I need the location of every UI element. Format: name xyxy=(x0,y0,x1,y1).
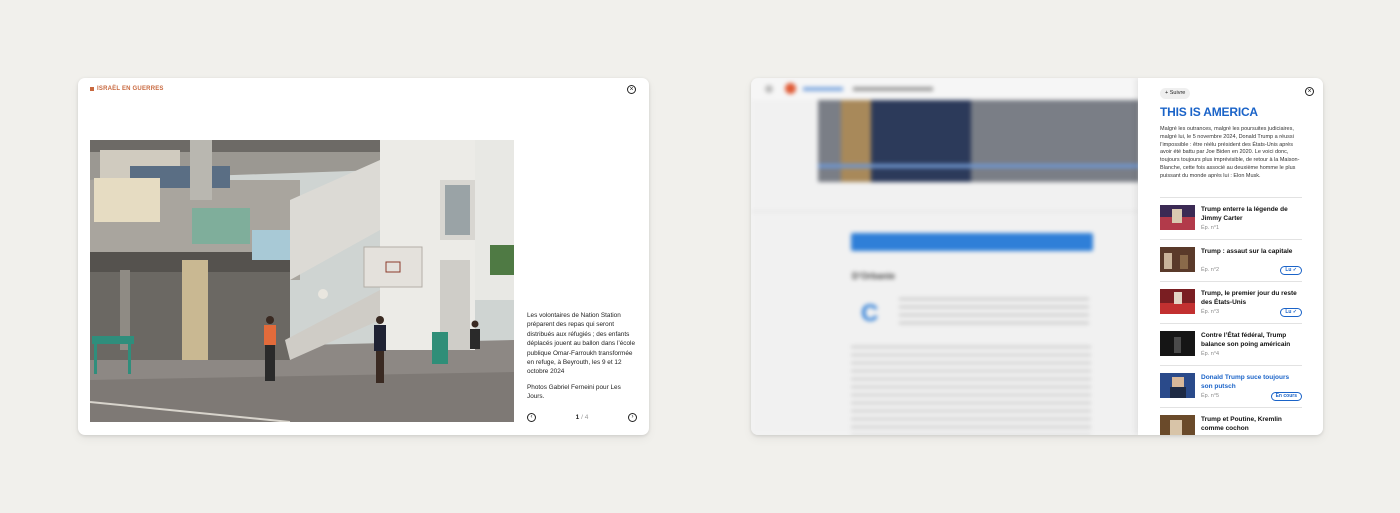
series-description: Malgré les outrances, malgré les poursui… xyxy=(1160,126,1300,179)
blurred-dropcap: C xyxy=(861,300,879,327)
close-icon: × xyxy=(1307,88,1312,95)
episode-number: Ép. n°4 xyxy=(1201,351,1220,357)
thumbnail-image xyxy=(1160,373,1195,398)
section-kicker[interactable]: ISRAËL EN GUERRES xyxy=(90,86,164,92)
episode-title: Trump, le premier jour du reste des État… xyxy=(1201,290,1297,306)
gallery-photo xyxy=(90,140,514,422)
blurred-article-background: D’Orbanie C xyxy=(751,78,1140,435)
blurred-subtitle: D’Orbanie xyxy=(852,271,896,281)
episode-thumbnail xyxy=(1160,205,1195,230)
episode-title: Trump et Poutine, Kremlin comme cochon xyxy=(1201,416,1282,432)
thumbnail-image xyxy=(1160,289,1195,314)
photo-caption: Les volontaires de Nation Station prépar… xyxy=(527,311,639,402)
close-panel-button[interactable]: × xyxy=(1305,87,1314,96)
episode-title: Trump : assaut sur la capitale xyxy=(1201,248,1293,255)
episode-title: Donald Trump suce toujours son putsch xyxy=(1201,374,1290,390)
thumbnail-image xyxy=(1160,247,1195,272)
episode-number: Ép. n°1 xyxy=(1201,225,1220,231)
episode-thumbnail xyxy=(1160,289,1195,314)
kicker-label: ISRAËL EN GUERRES xyxy=(97,86,164,92)
read-badge: Lu ✓ xyxy=(1280,266,1302,275)
slide-total: / 4 xyxy=(581,413,589,421)
kicker-square-icon xyxy=(90,87,94,91)
article-top-bar xyxy=(751,78,1139,100)
slide-counter: 1 / 4 xyxy=(576,414,589,421)
slide-current: 1 xyxy=(575,413,580,421)
previous-slide-button[interactable]: ‹ xyxy=(527,412,536,422)
thumbnail-image xyxy=(1160,331,1195,356)
photo-credit: Photos Gabriel Ferneini pour Les Jours. xyxy=(527,383,621,401)
chevron-left-icon: ‹ xyxy=(530,413,533,420)
episode-item[interactable]: Contre l’État fédéral, Trump balance son… xyxy=(1160,323,1302,365)
episode-item[interactable]: Trump : assaut sur la capitale Ép. n°2 L… xyxy=(1160,239,1302,281)
gallery-modal: ISRAËL EN GUERRES × Les volontaires de N… xyxy=(78,78,649,435)
caption-text: Les volontaires de Nation Station prépar… xyxy=(527,312,636,376)
episode-list: Trump enterre la légende de Jimmy Carter… xyxy=(1160,197,1302,435)
episode-item[interactable]: Trump, le premier jour du reste des État… xyxy=(1160,281,1302,323)
episode-item-current[interactable]: Donald Trump suce toujours son putsch Ép… xyxy=(1160,365,1302,407)
thumbnail-image xyxy=(1160,415,1195,435)
next-slide-button[interactable]: › xyxy=(627,412,637,422)
close-icon: × xyxy=(629,86,634,93)
episode-thumbnail xyxy=(1160,415,1195,435)
follow-series-button[interactable]: + Suivre xyxy=(1160,88,1191,99)
episode-number: Ép. n°3 xyxy=(1201,309,1220,315)
episode-thumbnail xyxy=(1160,373,1195,398)
read-badge: Lu ✓ xyxy=(1280,308,1302,317)
episode-title: Contre l’État fédéral, Trump balance son… xyxy=(1201,332,1291,348)
close-gallery-button[interactable]: × xyxy=(627,85,636,94)
series-title: THIS IS AMERICA xyxy=(1160,105,1258,119)
slide-navigation: ‹ 1 / 4 › xyxy=(527,412,637,422)
episode-number: Ép. n°5 xyxy=(1201,393,1220,399)
in-progress-badge: En cours xyxy=(1270,392,1302,401)
series-drawer-view: D’Orbanie C + Suivre × THIS IS AMERICA M… xyxy=(751,78,1323,435)
schoolyard-photo xyxy=(90,140,514,422)
episode-item[interactable]: Trump enterre la légende de Jimmy Carter… xyxy=(1160,197,1302,239)
episode-thumbnail xyxy=(1160,331,1195,356)
episode-item[interactable]: Trump et Poutine, Kremlin comme cochon xyxy=(1160,407,1302,435)
episode-thumbnail xyxy=(1160,247,1195,272)
series-panel: + Suivre × THIS IS AMERICA Malgré les ou… xyxy=(1138,78,1323,435)
episode-title: Trump enterre la légende de Jimmy Carter xyxy=(1201,206,1288,222)
episode-number: Ép. n°2 xyxy=(1201,267,1220,273)
chevron-right-icon: › xyxy=(631,413,634,420)
thumbnail-image xyxy=(1160,205,1195,230)
